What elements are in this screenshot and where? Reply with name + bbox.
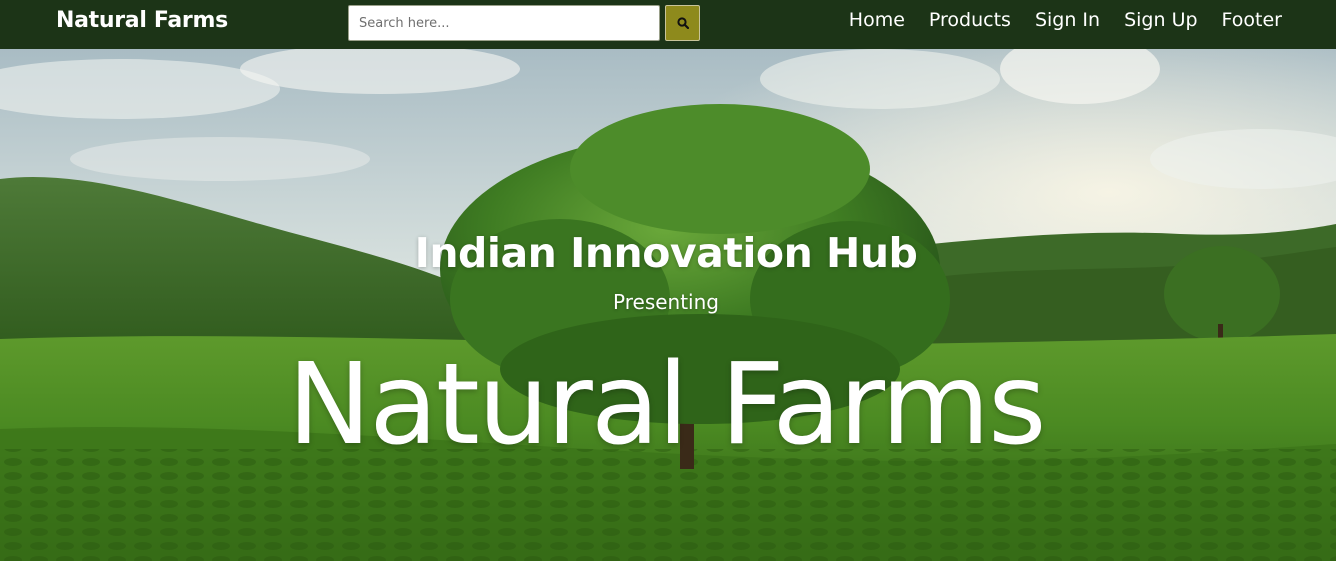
nav-link-home[interactable]: Home (849, 9, 905, 31)
brand-logo[interactable]: Natural Farms (56, 8, 228, 33)
hero-title: Natural Farms (287, 340, 1046, 470)
hero-kicker: Presenting (613, 290, 719, 314)
hero-subtitle: Indian Innovation Hub (414, 229, 918, 277)
nav-links: Home Products Sign In Sign Up Footer (849, 9, 1282, 31)
search-button[interactable] (665, 5, 700, 41)
nav-link-sign-in[interactable]: Sign In (1035, 9, 1100, 31)
hero-section: Indian Innovation Hub Presenting Natural… (0, 49, 1336, 561)
search-input[interactable] (348, 5, 660, 41)
nav-link-sign-up[interactable]: Sign Up (1124, 9, 1197, 31)
page: Natural Farms Home Products Sign In Sign… (0, 0, 1336, 561)
hero-text: Indian Innovation Hub Presenting Natural… (0, 49, 1336, 561)
search-icon (676, 17, 689, 29)
nav-link-products[interactable]: Products (929, 9, 1011, 31)
navbar: Natural Farms Home Products Sign In Sign… (0, 0, 1336, 49)
nav-link-footer[interactable]: Footer (1222, 9, 1282, 31)
